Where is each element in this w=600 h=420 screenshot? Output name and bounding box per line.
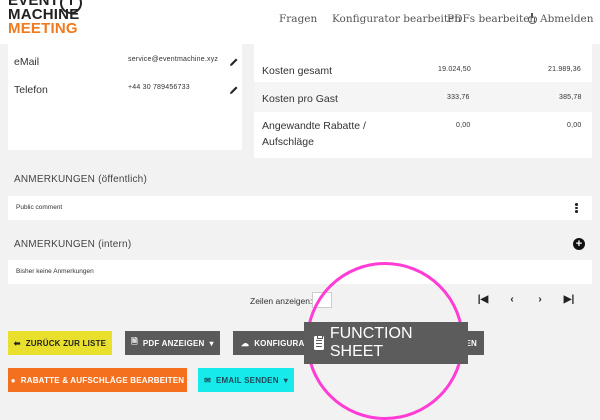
phone-label: Telefon [14,84,48,96]
cost-total-col2: 21.989,36 [548,66,581,73]
edit-email-pencil-icon[interactable] [229,57,239,67]
cost-per-guest-col2: 385,78 [559,94,582,101]
send-email-button[interactable]: ✉ EMAIL SENDEN ▾ [198,368,294,392]
edit-phone-pencil-icon[interactable] [229,85,239,95]
clipboard-icon [314,334,324,350]
cost-total-col1: 19.024,50 [438,66,471,73]
nav-fragen[interactable]: Fragen [279,13,317,25]
remarks-internal-title: ANMERKUNGEN (intern) [14,239,132,250]
cost-per-guest-col1: 333,76 [447,94,470,101]
cost-per-guest-label: Kosten pro Gast [262,93,338,105]
power-icon [528,12,537,24]
next-page-icon[interactable]: › [533,293,547,307]
cloud-icon: ☁ [241,338,250,348]
arrow-left-icon: ⬅ [13,338,21,348]
back-to-list-label: ZURÜCK ZUR LISTE [25,338,107,348]
remarks-public-box[interactable]: Public comment [8,196,592,220]
email-label: eMail [14,56,40,68]
function-sheet-button-zoomed[interactable]: FUNCTION SHEET [304,322,468,364]
last-page-icon[interactable]: ▶| [562,293,576,307]
previous-page-icon[interactable]: ‹ [505,293,519,307]
caret-down-icon: ▾ [283,375,288,385]
email-value: service@eventmachine.xyz [128,56,219,63]
nav-abmelden[interactable]: Abmelden [528,12,594,25]
envelope-icon: ✉ [204,375,211,385]
edit-discounts-label: RABATTE & AUFSCHLÄGE BEARBEITEN [20,375,185,385]
first-page-icon[interactable]: |◀ [476,293,490,307]
nav-konfigurator-bearbeiten[interactable]: Konfigurator bearbeiten [332,13,461,25]
piggy-bank-icon: ● [10,375,16,385]
function-sheet-label: FUNCTION SHEET [329,325,413,360]
remarks-public-title: ANMERKUNGEN (öffentlich) [14,174,147,185]
send-email-label: EMAIL SENDEN [215,375,279,385]
nav-pdfs-bearbeiten[interactable]: PDFs bearbeiten [447,13,536,25]
cost-total-label: Kosten gesamt [262,65,333,77]
pdf-show-button[interactable]: 🗎 PDF ANZEIGEN ▾ [125,331,220,355]
more-vertical-icon[interactable] [575,203,578,214]
logo-line-meeting: MEETING [8,20,78,37]
remarks-internal-text: Bisher keine Anmerkungen [16,268,94,275]
rows-per-page-label: Zeilen anzeigen: [250,296,313,306]
phone-value: +44 30 789456733 [128,84,190,91]
discounts-col1: 0,00 [456,122,471,129]
discounts-col2: 0,00 [567,122,582,129]
caret-down-icon: ▾ [209,338,214,348]
nav-abmelden-label: Abmelden [540,13,594,25]
edit-discounts-button[interactable]: ● RABATTE & AUFSCHLÄGE BEARBEITEN [8,368,187,392]
discounts-label: Angewandte Rabatte / [262,120,366,132]
remarks-internal-box[interactable]: Bisher keine Anmerkungen [8,260,592,284]
top-header: EVENT MACHINE MEETING Fragen Konfigurato… [0,0,600,44]
back-to-list-button[interactable]: ⬅ ZURÜCK ZUR LISTE [8,331,112,355]
costs-card: Kosten gesamt 19.024,50 21.989,36 Kosten… [254,44,592,158]
add-circle-icon[interactable]: + [573,238,585,250]
contact-card: eMail service@eventmachine.xyz Telefon +… [8,44,242,150]
pdf-show-label: PDF ANZEIGEN [142,338,205,348]
remarks-public-text: Public comment [16,204,63,211]
discounts-label-2: Aufschläge [262,136,314,148]
file-pdf-icon: 🗎 [131,337,138,346]
